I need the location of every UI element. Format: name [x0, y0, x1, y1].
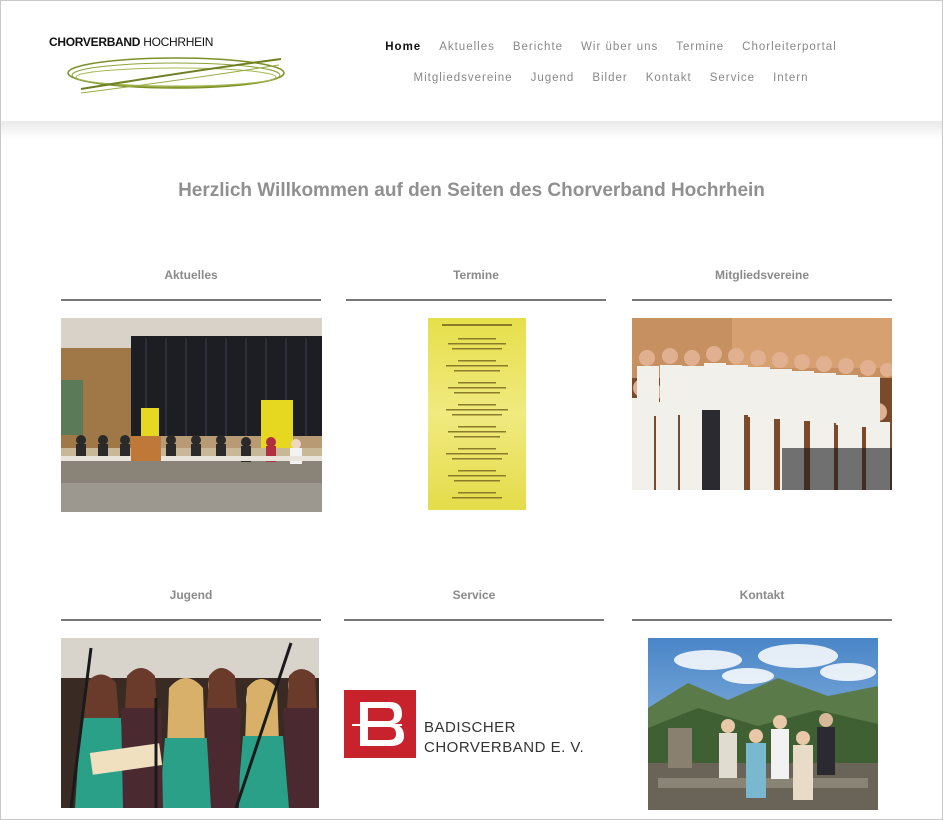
welcome-heading: Herzlich Willkommen auf den Seiten des C…: [178, 180, 765, 201]
nav-row-1: Home Aktuelles Berichte Wir über uns Ter…: [346, 41, 876, 53]
logo-light: HOCHRHEIN: [143, 35, 214, 49]
nav-intern[interactable]: Intern: [764, 72, 817, 84]
section-divider: [346, 299, 606, 301]
section-divider: [344, 619, 604, 621]
header-shadow: [1, 121, 942, 139]
section-title-mitgliedsvereine[interactable]: Mitgliedsvereine: [632, 268, 892, 282]
nav-chorleiterportal[interactable]: Chorleiterportal: [733, 41, 846, 53]
nav-service[interactable]: Service: [701, 72, 764, 84]
mitgliedsvereine-image[interactable]: [632, 318, 892, 490]
section-title-jugend[interactable]: Jugend: [61, 588, 321, 602]
main-nav: Home Aktuelles Berichte Wir über uns Ter…: [346, 41, 876, 84]
logo-bold: CHORVERBAND: [49, 35, 141, 49]
aktuelles-image[interactable]: [61, 318, 322, 512]
jugend-image[interactable]: [61, 638, 319, 808]
events-flyer: [428, 318, 526, 510]
nav-row-2: Mitgliedsvereine Jugend Bilder Kontakt S…: [346, 72, 876, 84]
badischer-logo-icon: [344, 690, 416, 758]
choir-photo: [632, 318, 892, 490]
section-divider: [632, 619, 892, 621]
conference-photo: [61, 318, 322, 512]
kontakt-image[interactable]: [648, 638, 878, 810]
nav-aktuelles[interactable]: Aktuelles: [430, 41, 504, 53]
section-title-aktuelles[interactable]: Aktuelles: [61, 268, 321, 282]
nav-jugend[interactable]: Jugend: [522, 72, 584, 84]
badischer-logo-text: BADISCHER CHORVERBAND E. V.: [424, 718, 584, 758]
section-divider: [632, 299, 892, 301]
section-title-kontakt[interactable]: Kontakt: [632, 588, 892, 602]
section-title-service[interactable]: Service: [344, 588, 604, 602]
section-title-termine[interactable]: Termine: [346, 268, 606, 282]
termine-image[interactable]: [428, 318, 526, 510]
logo-text: CHORVERBAND HOCHRHEIN: [49, 35, 213, 49]
nav-home[interactable]: Home: [376, 41, 430, 53]
nav-bilder[interactable]: Bilder: [583, 72, 636, 84]
nav-kontakt[interactable]: Kontakt: [637, 72, 701, 84]
badischer-line-1: BADISCHER: [424, 719, 517, 736]
youth-choir-photo: [61, 638, 319, 808]
group-landscape-photo: [648, 638, 878, 810]
nav-berichte[interactable]: Berichte: [504, 41, 572, 53]
site-header: CHORVERBAND HOCHRHEIN Home Aktuelles Ber…: [1, 1, 942, 121]
nav-wir-ueber-uns[interactable]: Wir über uns: [572, 41, 667, 53]
badischer-line-2: CHORVERBAND E. V.: [424, 739, 585, 756]
site-logo[interactable]: CHORVERBAND HOCHRHEIN: [41, 31, 301, 101]
section-divider: [61, 299, 321, 301]
nav-termine[interactable]: Termine: [667, 41, 733, 53]
nav-mitgliedsvereine[interactable]: Mitgliedsvereine: [404, 72, 521, 84]
service-logo-tile[interactable]: BADISCHER CHORVERBAND E. V.: [344, 688, 604, 768]
section-divider: [61, 619, 321, 621]
